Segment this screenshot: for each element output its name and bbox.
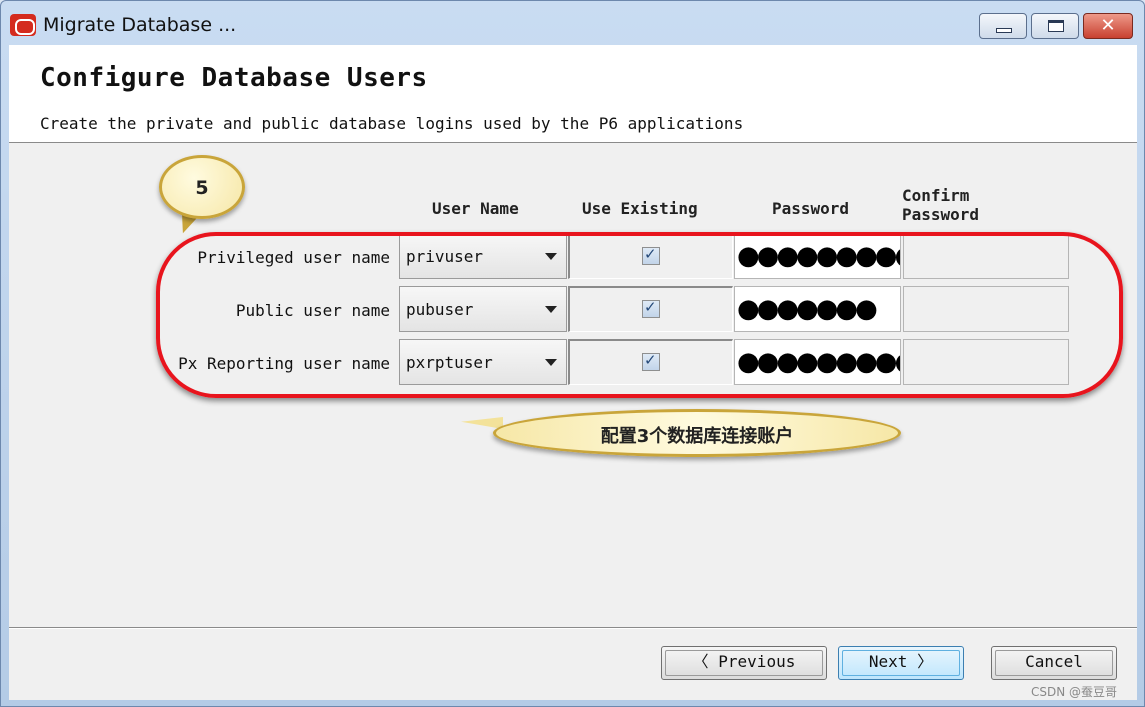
previous-button[interactable]: 〈 Previous — [661, 646, 827, 680]
page-title: Configure Database Users — [40, 63, 428, 93]
maximize-button[interactable] — [1031, 13, 1079, 39]
minimize-button[interactable] — [979, 13, 1027, 39]
oracle-app-icon — [10, 14, 36, 36]
maximize-icon — [1048, 20, 1064, 32]
note-text: 配置3个数据库连接账户 — [600, 426, 794, 447]
watermark: CSDN @蚕豆哥 — [1031, 685, 1118, 699]
column-header-user-name: User Name — [432, 199, 519, 218]
installer-window: Migrate Database ... ✕ Configure Databas… — [0, 0, 1145, 707]
close-button[interactable]: ✕ — [1083, 13, 1133, 39]
page-header: Configure Database Users Create the priv… — [9, 45, 1137, 143]
column-header-confirm-line2: Password — [902, 205, 980, 224]
highlight-frame — [156, 232, 1123, 398]
step-callout: 5 — [159, 155, 245, 219]
column-header-confirm-line1: Confirm — [902, 186, 970, 205]
column-header-use-existing: Use Existing — [582, 199, 698, 218]
next-button-label: Next 〉 — [868, 652, 934, 671]
column-header-password: Password — [772, 199, 850, 218]
page-subtitle: Create the private and public database l… — [40, 114, 744, 133]
cancel-button[interactable]: Cancel — [991, 646, 1117, 680]
note-callout: 配置3个数据库连接账户 — [493, 409, 901, 457]
title-bar[interactable]: Migrate Database ... ✕ — [1, 1, 1144, 45]
window-title: Migrate Database ... — [43, 14, 237, 36]
minimize-icon — [996, 28, 1012, 33]
step-number: 5 — [195, 177, 209, 199]
previous-button-label: 〈 Previous — [692, 652, 796, 671]
close-icon: ✕ — [1100, 15, 1116, 36]
column-header-confirm-password: Confirm Password — [902, 186, 979, 224]
next-button[interactable]: Next 〉 — [838, 646, 964, 680]
dialog-body: Configure Database Users Create the priv… — [9, 45, 1137, 700]
footer-divider — [9, 627, 1137, 629]
cancel-button-label: Cancel — [1025, 652, 1083, 671]
